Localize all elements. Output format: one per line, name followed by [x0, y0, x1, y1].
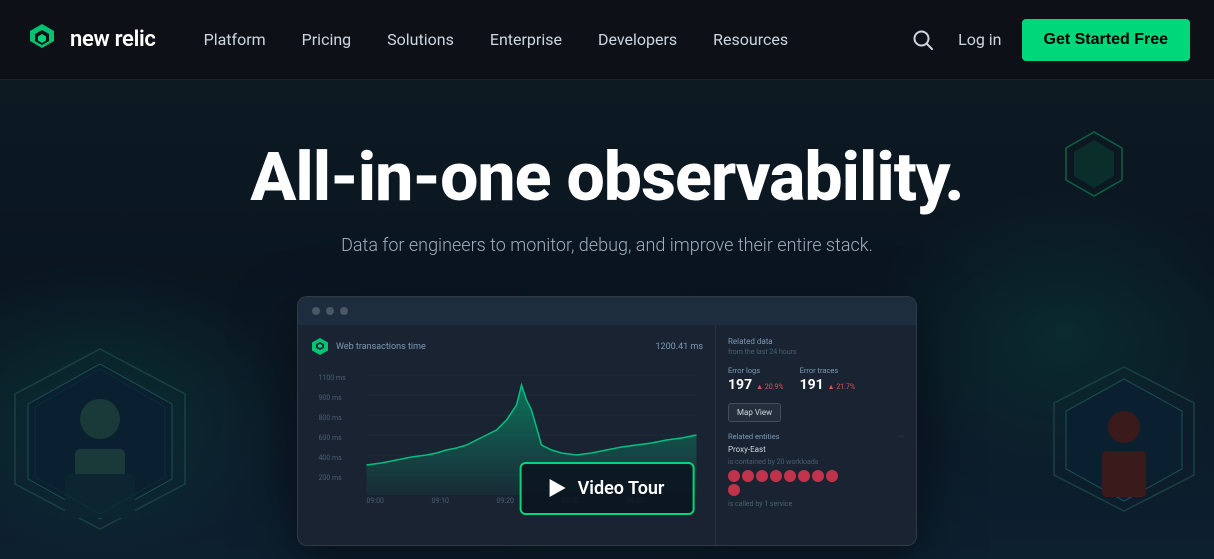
hero-title: All-in-one observability. — [250, 140, 963, 215]
metrics-row: Error logs 197 ▲ 20.9% Error traces 191 … — [728, 366, 904, 393]
workload-dot — [770, 470, 782, 482]
titlebar-dot-1 — [312, 307, 320, 315]
video-tour-label: Video Tour — [578, 478, 665, 499]
related-data-panel: Related data from the last 24 hours Erro… — [716, 325, 916, 545]
dashboard-preview: Web transactions time 1200.41 ms 1100 ms… — [297, 296, 917, 546]
search-icon — [912, 29, 934, 51]
workload-dot — [812, 470, 824, 482]
chart-value: 1200.41 ms — [656, 342, 704, 352]
workload-dot — [756, 470, 768, 482]
new-relic-logo-icon — [24, 22, 60, 58]
nav-developers[interactable]: Developers — [598, 30, 677, 49]
logo-text: new relic — [70, 27, 156, 52]
hero-subtitle: Data for engineers to monitor, debug, an… — [341, 235, 873, 256]
error-logs-metric: Error logs 197 ▲ 20.9% — [728, 366, 784, 393]
hex-top-right — [1064, 130, 1124, 198]
error-traces-metric: Error traces 191 ▲ 21.7% — [800, 366, 856, 393]
error-logs-label: Error logs — [728, 366, 784, 375]
error-traces-value: 191 — [800, 377, 824, 393]
navbar: new relic Platform Pricing Solutions Ent… — [0, 0, 1214, 80]
svg-text:09:10: 09:10 — [432, 497, 449, 505]
svg-text:09:20: 09:20 — [497, 497, 514, 505]
workload-dot — [728, 470, 740, 482]
related-entities-label: Related entities ··· — [728, 432, 904, 441]
workload-dot — [784, 470, 796, 482]
chart-header: Web transactions time 1200.41 ms — [310, 337, 703, 357]
titlebar-dot-3 — [340, 307, 348, 315]
related-data-title: Related data — [728, 337, 904, 346]
logo-link[interactable]: new relic — [24, 22, 156, 58]
workload-dot — [798, 470, 810, 482]
titlebar-dot-2 — [326, 307, 334, 315]
proxy-east-label: Proxy-East — [728, 445, 904, 454]
search-button[interactable] — [908, 25, 938, 55]
nav-resources[interactable]: Resources — [713, 30, 788, 49]
dashboard-titlebar — [298, 297, 916, 325]
svg-text:400 ms: 400 ms — [319, 454, 343, 462]
proxy-called: is called by 1 service — [728, 500, 904, 508]
play-icon — [550, 479, 566, 497]
nav-solutions[interactable]: Solutions — [387, 30, 454, 49]
nav-pricing[interactable]: Pricing — [302, 30, 352, 49]
chart-label: Web transactions time — [336, 342, 426, 352]
svg-text:09:00: 09:00 — [367, 497, 384, 505]
nav-platform[interactable]: Platform — [204, 30, 266, 49]
nav-right-area: Log in Get Started Free — [908, 19, 1190, 61]
get-started-button[interactable]: Get Started Free — [1022, 19, 1190, 61]
svg-text:900 ms: 900 ms — [319, 394, 343, 402]
workload-dot — [742, 470, 754, 482]
nav-enterprise[interactable]: Enterprise — [490, 30, 562, 49]
svg-text:200 ms: 200 ms — [319, 474, 343, 482]
related-data-subtitle: from the last 24 hours — [728, 348, 904, 356]
svg-text:1100 ms: 1100 ms — [319, 374, 347, 382]
map-view-button[interactable]: Map View — [728, 403, 781, 422]
workload-dots — [728, 470, 848, 496]
error-logs-change: ▲ 20.9% — [756, 383, 783, 391]
hero-section: All-in-one observability. Data for engin… — [0, 80, 1214, 559]
svg-text:600 ms: 600 ms — [319, 434, 343, 442]
svg-text:800 ms: 800 ms — [319, 414, 343, 422]
error-logs-value: 197 — [728, 377, 752, 393]
error-traces-change: ▲ 21.7% — [828, 383, 855, 391]
hex-person-left — [0, 339, 200, 559]
hex-person-right — [1044, 359, 1204, 539]
nav-links: Platform Pricing Solutions Enterprise De… — [204, 30, 909, 49]
workload-dot — [728, 484, 740, 496]
nr-small-icon — [310, 337, 330, 357]
video-tour-overlay[interactable]: Video Tour — [520, 462, 695, 515]
workload-dot — [826, 470, 838, 482]
login-link[interactable]: Log in — [958, 30, 1001, 49]
error-traces-label: Error traces — [800, 366, 856, 375]
proxy-contained: is contained by 20 workloads — [728, 458, 904, 466]
